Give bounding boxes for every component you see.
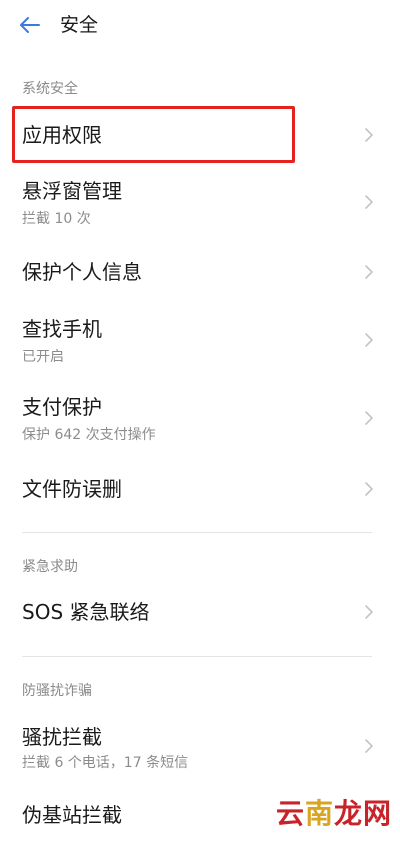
section-header-emergency: 紧急求助	[22, 559, 78, 575]
security-settings-page: 安全 系统安全 应用权限 悬浮窗管理 拦截 10 次 保护个人信息 查找手机 已…	[0, 0, 400, 841]
chevron-right-icon	[365, 128, 373, 142]
chevron-right-icon	[365, 411, 373, 425]
back-button[interactable]	[14, 10, 46, 40]
chevron-right-icon	[365, 605, 373, 619]
chevron-right-icon	[365, 482, 373, 496]
list-item-harassment-block[interactable]: 骚扰拦截 拦截 6 个电话，17 条短信	[0, 716, 400, 776]
list-item-label: 骚扰拦截	[22, 725, 102, 749]
section-header-anti-harassment: 防骚扰诈骗	[22, 683, 92, 699]
list-item-file-protection[interactable]: 文件防误删	[0, 466, 400, 516]
list-item-payment-protection[interactable]: 支付保护 保护 642 次支付操作	[0, 386, 400, 446]
list-item-label: SOS 紧急联络	[22, 600, 150, 624]
section-divider	[22, 532, 372, 533]
list-item-label: 支付保护	[22, 395, 102, 419]
chevron-right-icon	[365, 265, 373, 279]
list-item-label: 查找手机	[22, 317, 102, 341]
section-header-system-security: 系统安全	[22, 81, 78, 97]
list-item-label: 伪基站拦截	[22, 803, 122, 827]
list-item-find-phone[interactable]: 查找手机 已开启	[0, 308, 400, 368]
list-item-subtitle: 保护 642 次支付操作	[22, 427, 156, 443]
list-item-subtitle: 拦截 10 次	[22, 211, 91, 227]
list-item-label: 保护个人信息	[22, 260, 142, 284]
back-arrow-icon	[20, 17, 40, 33]
watermark-backdrop	[270, 785, 400, 841]
chevron-right-icon	[365, 333, 373, 347]
highlight-annotation-box	[12, 106, 295, 163]
list-item-label: 文件防误删	[22, 477, 122, 501]
list-item-subtitle: 拦截 6 个电话，17 条短信	[22, 755, 189, 771]
page-title: 安全	[60, 14, 99, 36]
list-item-floating-window[interactable]: 悬浮窗管理 拦截 10 次	[0, 172, 400, 232]
list-item-label: 悬浮窗管理	[22, 179, 122, 203]
chevron-right-icon	[365, 195, 373, 209]
chevron-right-icon	[365, 739, 373, 753]
section-divider	[22, 656, 372, 657]
list-item-protect-personal-info[interactable]: 保护个人信息	[0, 248, 400, 298]
list-item-sos-contact[interactable]: SOS 紧急联络	[0, 588, 400, 638]
top-bar: 安全	[0, 0, 400, 50]
list-item-subtitle: 已开启	[22, 349, 64, 365]
